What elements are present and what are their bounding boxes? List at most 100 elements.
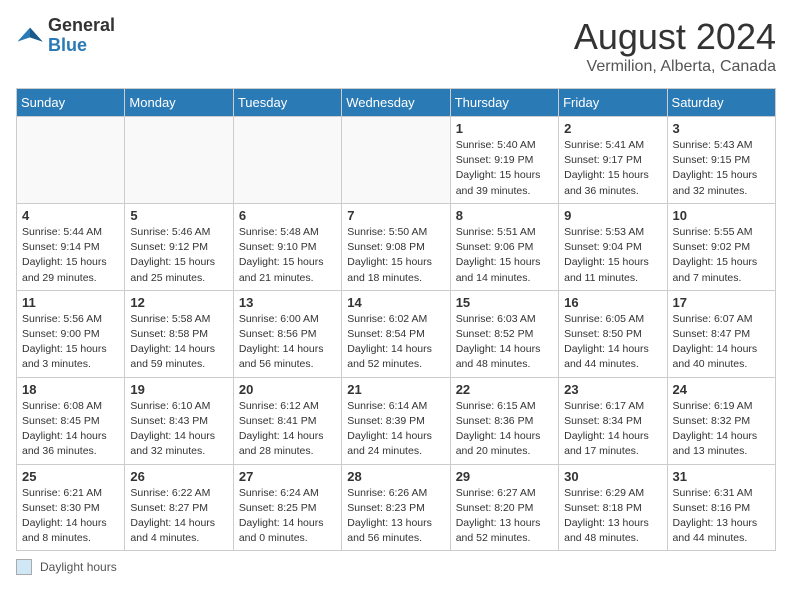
day-number: 4 xyxy=(22,208,119,223)
location: Vermilion, Alberta, Canada xyxy=(574,58,776,76)
day-info: Sunrise: 6:22 AMSunset: 8:27 PMDaylight:… xyxy=(130,486,227,547)
day-info: Sunrise: 5:46 AMSunset: 9:12 PMDaylight:… xyxy=(130,225,227,286)
calendar-cell: 29 Sunrise: 6:27 AMSunset: 8:20 PMDayligh… xyxy=(450,464,558,551)
calendar-cell xyxy=(233,117,341,204)
calendar-day-header: Monday xyxy=(125,89,233,117)
calendar-cell xyxy=(125,117,233,204)
calendar-cell: 14Sunrise: 6:02 AMSunset: 8:54 PMDayligh… xyxy=(342,290,450,377)
day-info: Sunrise: 6:14 AMSunset: 8:39 PMDaylight:… xyxy=(347,399,444,460)
day-number: 18 xyxy=(22,382,119,397)
day-number: 31 xyxy=(673,469,770,484)
legend-label: Daylight hours xyxy=(40,560,117,574)
day-info: Sunrise: 5:51 AMSunset: 9:06 PMDaylight:… xyxy=(456,225,553,286)
logo-general: General xyxy=(48,16,115,36)
calendar-week-row: 4 Sunrise: 5:44 AMSunset: 9:14 PMDaylight… xyxy=(17,203,776,290)
calendar-cell: 5 Sunrise: 5:46 AMSunset: 9:12 PMDaylight… xyxy=(125,203,233,290)
calendar-cell: 10Sunrise: 5:55 AMSunset: 9:02 PMDayligh… xyxy=(667,203,775,290)
calendar-day-header: Saturday xyxy=(667,89,775,117)
legend-color-box xyxy=(16,559,32,575)
day-info: Sunrise: 6:26 AMSunset: 8:23 PMDaylight:… xyxy=(347,486,444,547)
calendar-day-header: Sunday xyxy=(17,89,125,117)
calendar-cell: 13 Sunrise: 6:00 AMSunset: 8:56 PMDayligh… xyxy=(233,290,341,377)
day-info: Sunrise: 6:21 AMSunset: 8:30 PMDaylight:… xyxy=(22,486,119,547)
day-info: Sunrise: 6:24 AMSunset: 8:25 PMDaylight:… xyxy=(239,486,336,547)
calendar-cell: 1 Sunrise: 5:40 AMSunset: 9:19 PMDaylight… xyxy=(450,117,558,204)
day-info: Sunrise: 5:48 AMSunset: 9:10 PMDaylight:… xyxy=(239,225,336,286)
day-number: 30 xyxy=(564,469,661,484)
day-info: Sunrise: 6:07 AMSunset: 8:47 PMDaylight:… xyxy=(673,312,770,373)
day-info: Sunrise: 6:31 AMSunset: 8:16 PMDaylight:… xyxy=(673,486,770,547)
calendar-cell: 27 Sunrise: 6:24 AMSunset: 8:25 PMDayligh… xyxy=(233,464,341,551)
calendar-week-row: 11 Sunrise: 5:56 AMSunset: 9:00 PMDayligh… xyxy=(17,290,776,377)
day-number: 5 xyxy=(130,208,227,223)
day-number: 7 xyxy=(347,208,444,223)
calendar-cell: 7 Sunrise: 5:50 AMSunset: 9:08 PMDaylight… xyxy=(342,203,450,290)
day-info: Sunrise: 6:03 AMSunset: 8:52 PMDaylight:… xyxy=(456,312,553,373)
day-info: Sunrise: 5:43 AMSunset: 9:15 PMDaylight:… xyxy=(673,138,770,199)
day-number: 29 xyxy=(456,469,553,484)
calendar-cell xyxy=(17,117,125,204)
day-info: Sunrise: 6:19 AMSunset: 8:32 PMDaylight:… xyxy=(673,399,770,460)
day-info: Sunrise: 5:53 AMSunset: 9:04 PMDaylight:… xyxy=(564,225,661,286)
calendar-cell: 24Sunrise: 6:19 AMSunset: 8:32 PMDayligh… xyxy=(667,377,775,464)
calendar-day-header: Wednesday xyxy=(342,89,450,117)
day-number: 27 xyxy=(239,469,336,484)
calendar-cell: 4 Sunrise: 5:44 AMSunset: 9:14 PMDaylight… xyxy=(17,203,125,290)
month-title: August 2024 xyxy=(574,16,776,58)
day-info: Sunrise: 6:08 AMSunset: 8:45 PMDaylight:… xyxy=(22,399,119,460)
day-number: 25 xyxy=(22,469,119,484)
day-info: Sunrise: 5:44 AMSunset: 9:14 PMDaylight:… xyxy=(22,225,119,286)
day-info: Sunrise: 6:02 AMSunset: 8:54 PMDaylight:… xyxy=(347,312,444,373)
day-number: 20 xyxy=(239,382,336,397)
day-info: Sunrise: 6:00 AMSunset: 8:56 PMDaylight:… xyxy=(239,312,336,373)
calendar-cell: 19 Sunrise: 6:10 AMSunset: 8:43 PMDayligh… xyxy=(125,377,233,464)
day-info: Sunrise: 6:10 AMSunset: 8:43 PMDaylight:… xyxy=(130,399,227,460)
calendar-cell: 15 Sunrise: 6:03 AMSunset: 8:52 PMDayligh… xyxy=(450,290,558,377)
calendar-cell: 2Sunrise: 5:41 AMSunset: 9:17 PMDaylight… xyxy=(559,117,667,204)
day-number: 16 xyxy=(564,295,661,310)
day-number: 15 xyxy=(456,295,553,310)
day-number: 13 xyxy=(239,295,336,310)
day-number: 21 xyxy=(347,382,444,397)
day-info: Sunrise: 5:56 AMSunset: 9:00 PMDaylight:… xyxy=(22,312,119,373)
logo: General Blue xyxy=(16,16,115,56)
calendar-cell: 9Sunrise: 5:53 AMSunset: 9:04 PMDaylight… xyxy=(559,203,667,290)
calendar-cell: 20 Sunrise: 6:12 AMSunset: 8:41 PMDayligh… xyxy=(233,377,341,464)
calendar-cell: 23Sunrise: 6:17 AMSunset: 8:34 PMDayligh… xyxy=(559,377,667,464)
calendar-cell: 26Sunrise: 6:22 AMSunset: 8:27 PMDayligh… xyxy=(125,464,233,551)
calendar-cell: 3 Sunrise: 5:43 AMSunset: 9:15 PMDaylight… xyxy=(667,117,775,204)
calendar-cell: 25 Sunrise: 6:21 AMSunset: 8:30 PMDayligh… xyxy=(17,464,125,551)
calendar-cell: 21 Sunrise: 6:14 AMSunset: 8:39 PMDayligh… xyxy=(342,377,450,464)
calendar-header-row: SundayMondayTuesdayWednesdayThursdayFrid… xyxy=(17,89,776,117)
day-number: 28 xyxy=(347,469,444,484)
calendar-week-row: 1 Sunrise: 5:40 AMSunset: 9:19 PMDaylight… xyxy=(17,117,776,204)
day-number: 8 xyxy=(456,208,553,223)
day-number: 12 xyxy=(130,295,227,310)
page-header: General Blue August 2024 Vermilion, Albe… xyxy=(16,16,776,76)
calendar-cell xyxy=(342,117,450,204)
day-number: 3 xyxy=(673,121,770,136)
day-number: 2 xyxy=(564,121,661,136)
day-number: 1 xyxy=(456,121,553,136)
day-info: Sunrise: 6:12 AMSunset: 8:41 PMDaylight:… xyxy=(239,399,336,460)
day-number: 23 xyxy=(564,382,661,397)
calendar-table: SundayMondayTuesdayWednesdayThursdayFrid… xyxy=(16,88,776,551)
day-info: Sunrise: 5:40 AMSunset: 9:19 PMDaylight:… xyxy=(456,138,553,199)
calendar-cell: 11 Sunrise: 5:56 AMSunset: 9:00 PMDayligh… xyxy=(17,290,125,377)
calendar-week-row: 25 Sunrise: 6:21 AMSunset: 8:30 PMDayligh… xyxy=(17,464,776,551)
day-number: 19 xyxy=(130,382,227,397)
day-number: 11 xyxy=(22,295,119,310)
logo-blue: Blue xyxy=(48,36,115,56)
day-info: Sunrise: 6:15 AMSunset: 8:36 PMDaylight:… xyxy=(456,399,553,460)
title-block: August 2024 Vermilion, Alberta, Canada xyxy=(574,16,776,76)
day-info: Sunrise: 6:27 AMSunset: 8:20 PMDaylight:… xyxy=(456,486,553,547)
day-number: 22 xyxy=(456,382,553,397)
day-info: Sunrise: 5:50 AMSunset: 9:08 PMDaylight:… xyxy=(347,225,444,286)
calendar-cell: 6Sunrise: 5:48 AMSunset: 9:10 PMDaylight… xyxy=(233,203,341,290)
calendar-cell: 18 Sunrise: 6:08 AMSunset: 8:45 PMDayligh… xyxy=(17,377,125,464)
calendar-day-header: Thursday xyxy=(450,89,558,117)
calendar-cell: 28 Sunrise: 6:26 AMSunset: 8:23 PMDayligh… xyxy=(342,464,450,551)
calendar-cell: 22 Sunrise: 6:15 AMSunset: 8:36 PMDayligh… xyxy=(450,377,558,464)
legend: Daylight hours xyxy=(16,559,776,575)
calendar-day-header: Tuesday xyxy=(233,89,341,117)
